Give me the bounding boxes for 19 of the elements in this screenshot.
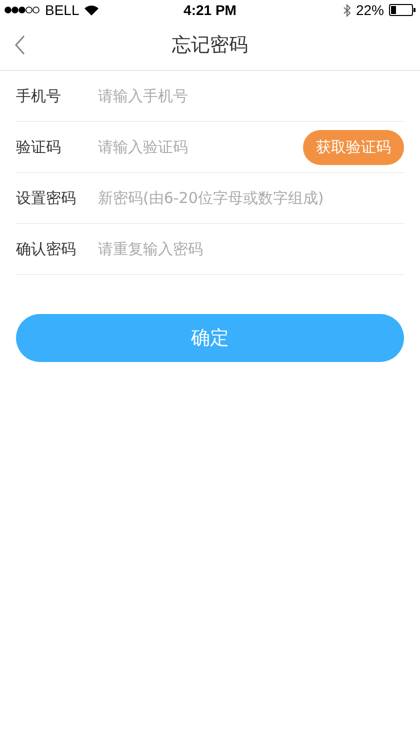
field-label: 手机号 [16,86,62,106]
status-time: 4:21 PM [184,2,236,18]
carrier-name: BELL [45,2,80,18]
confirm-button[interactable]: 确定 [16,314,404,362]
wifi-icon [84,4,100,16]
input-field[interactable]: 新密码(由6-20位字母或数字组成) [98,189,404,207]
input-field[interactable]: 请输入验证码 [98,138,303,156]
bluetooth-icon [342,4,351,16]
page-title: 忘记密码 [172,33,248,58]
battery-icon [389,4,416,16]
field-label: 确认密码 [16,240,77,258]
get-code-button[interactable]: 获取验证码 [303,130,404,164]
field-label: 设置密码 [16,188,77,208]
field-label: 验证码 [16,138,62,156]
input-field[interactable]: 请重复输入密码 [98,240,404,258]
battery-percent: 22% [356,2,384,18]
input-field[interactable]: 请输入手机号 [98,87,404,105]
signal-icon [4,6,40,14]
back-chevron-icon [14,35,26,55]
